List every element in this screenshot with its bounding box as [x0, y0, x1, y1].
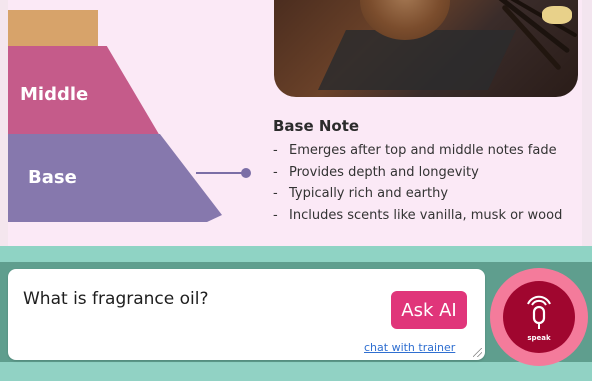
base-note-image — [274, 0, 578, 97]
base-tier-label: Base — [28, 167, 77, 188]
note-bullet: - Includes scents like vanilla, musk or w… — [273, 207, 563, 223]
fragrance-notes-panel: Middle Base Base Note - Emerges after top… — [0, 0, 592, 246]
panel-edge — [0, 0, 8, 246]
note-bullet: - Provides depth and longevity — [273, 164, 479, 180]
resize-handle[interactable] — [473, 348, 482, 357]
pyramid-top-tier[interactable] — [8, 10, 98, 46]
connector-dot — [241, 168, 251, 178]
chat-band-bottom — [0, 362, 592, 381]
ask-ai-button[interactable]: Ask AI — [391, 291, 467, 329]
panel-edge — [582, 0, 592, 246]
speak-button-inner[interactable]: speak — [503, 281, 575, 353]
note-title: Base Note — [273, 117, 360, 135]
note-bullet: - Typically rich and earthy — [273, 186, 449, 201]
middle-tier-label: Middle — [20, 84, 89, 105]
question-text[interactable]: What is fragrance oil? — [23, 289, 209, 309]
microphone-icon — [527, 295, 551, 329]
connector-line — [196, 172, 244, 174]
chat-input-box[interactable]: What is fragrance oil? Ask AI chat with … — [8, 269, 485, 360]
note-bullet: - Emerges after top and middle notes fade — [273, 143, 557, 158]
speak-label: speak — [527, 333, 551, 342]
chat-with-trainer-link[interactable]: chat with trainer — [364, 341, 455, 354]
note-bullets: - Emerges after top and middle notes fade… — [273, 140, 562, 226]
